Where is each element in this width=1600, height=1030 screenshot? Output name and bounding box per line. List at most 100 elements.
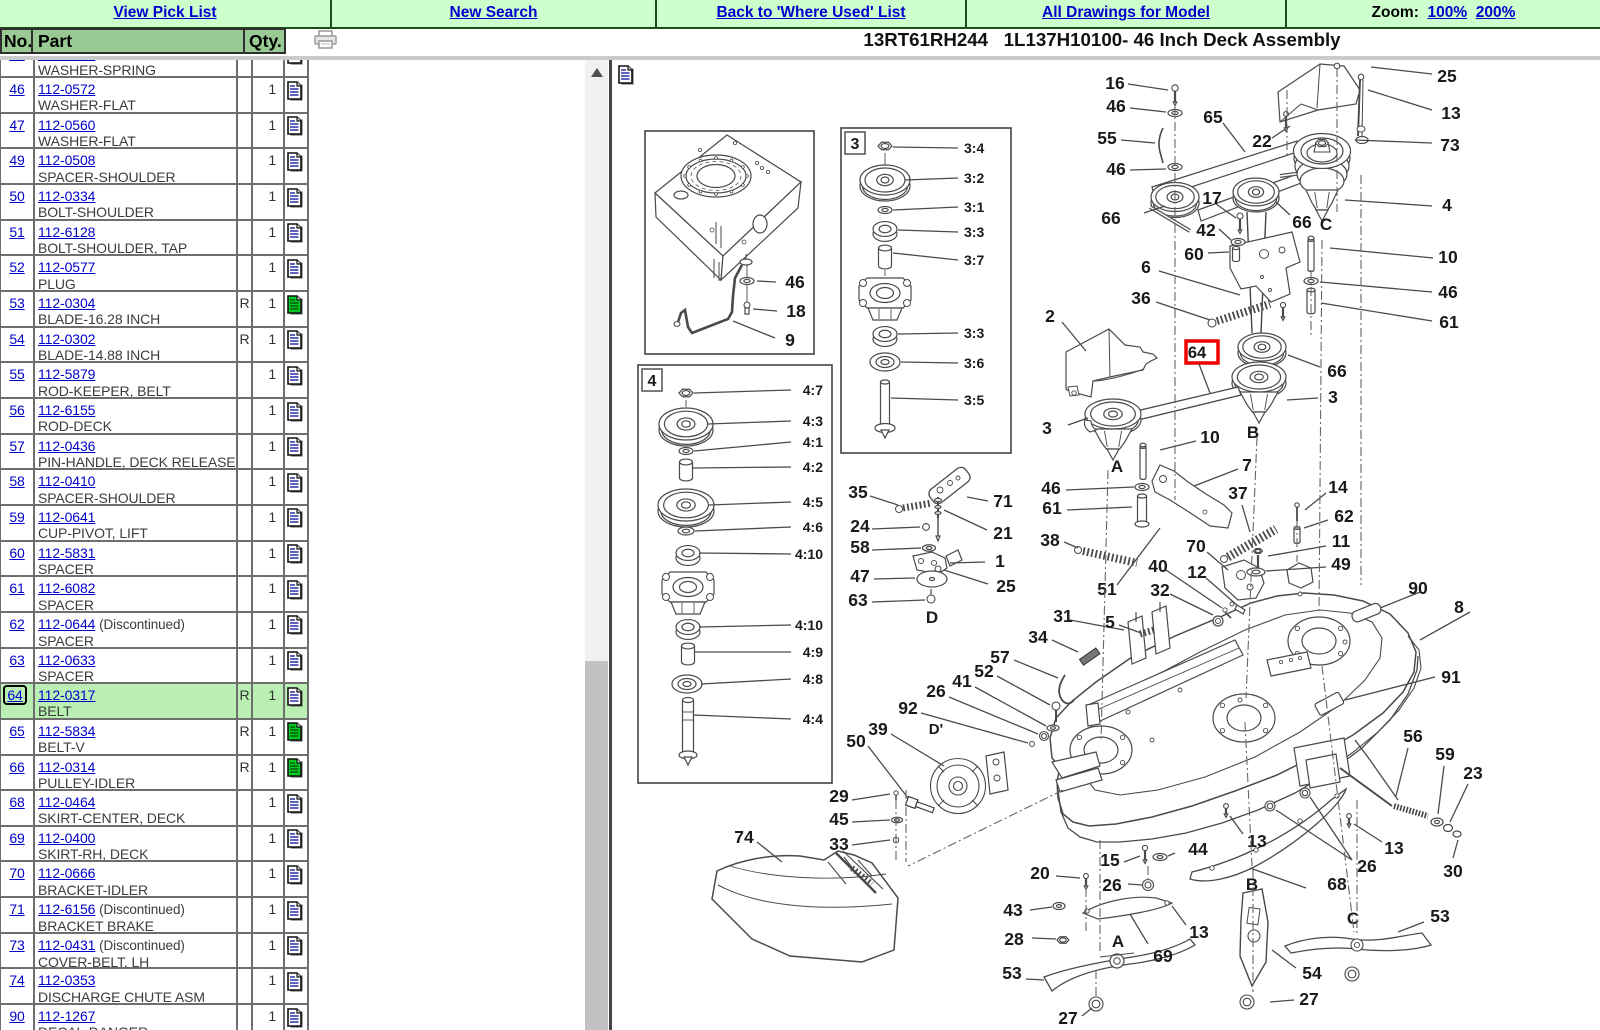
- svg-text:36: 36: [1131, 288, 1151, 308]
- svg-text:3: 3: [1042, 418, 1052, 438]
- svg-text:3:7: 3:7: [964, 252, 984, 268]
- svg-text:3:5: 3:5: [964, 392, 984, 408]
- svg-text:62: 62: [1334, 506, 1354, 526]
- svg-text:54: 54: [1302, 963, 1322, 983]
- svg-text:20: 20: [1030, 863, 1050, 883]
- svg-text:37: 37: [1228, 483, 1247, 503]
- svg-text:25: 25: [996, 576, 1016, 596]
- svg-text:17: 17: [1202, 188, 1221, 208]
- svg-text:4:3: 4:3: [803, 413, 823, 429]
- svg-text:6: 6: [1141, 257, 1151, 277]
- svg-text:18: 18: [786, 301, 806, 321]
- svg-text:3: 3: [851, 136, 860, 153]
- svg-text:60: 60: [1184, 244, 1204, 264]
- svg-text:65: 65: [1203, 107, 1223, 127]
- svg-text:13: 13: [1247, 831, 1267, 851]
- svg-text:D': D': [929, 721, 943, 738]
- svg-text:55: 55: [1097, 128, 1117, 148]
- svg-text:46: 46: [1041, 478, 1061, 498]
- svg-text:56: 56: [1403, 726, 1423, 746]
- svg-text:27: 27: [1299, 989, 1318, 1009]
- svg-text:16: 16: [1105, 73, 1125, 93]
- svg-text:A: A: [1112, 932, 1124, 951]
- svg-text:4:6: 4:6: [803, 519, 823, 535]
- svg-text:4:8: 4:8: [803, 671, 823, 687]
- svg-text:5: 5: [1105, 612, 1115, 632]
- svg-text:4:9: 4:9: [803, 644, 823, 660]
- svg-text:38: 38: [1040, 530, 1060, 550]
- svg-text:71: 71: [993, 491, 1013, 511]
- svg-text:11: 11: [1332, 531, 1351, 551]
- svg-text:25: 25: [1437, 66, 1457, 86]
- svg-text:41: 41: [952, 671, 972, 691]
- svg-text:70: 70: [1186, 536, 1206, 556]
- svg-text:27: 27: [1058, 1008, 1077, 1028]
- svg-text:C: C: [1320, 215, 1332, 234]
- svg-text:3:4: 3:4: [964, 140, 984, 156]
- svg-text:43: 43: [1003, 900, 1023, 920]
- svg-text:23: 23: [1463, 763, 1483, 783]
- svg-text:35: 35: [848, 482, 868, 502]
- svg-text:8: 8: [1454, 597, 1464, 617]
- svg-text:3:3: 3:3: [964, 325, 984, 341]
- svg-text:74: 74: [734, 827, 754, 847]
- svg-text:4: 4: [648, 373, 657, 390]
- svg-text:90: 90: [1408, 578, 1428, 598]
- svg-text:4:10: 4:10: [795, 617, 823, 633]
- svg-text:34: 34: [1028, 627, 1048, 647]
- svg-text:66: 66: [1327, 361, 1347, 381]
- svg-text:26: 26: [1102, 875, 1122, 895]
- svg-text:3: 3: [1328, 387, 1338, 407]
- svg-text:58: 58: [850, 537, 870, 557]
- svg-text:44: 44: [1188, 839, 1208, 859]
- svg-text:22: 22: [1252, 131, 1272, 151]
- svg-text:A: A: [1111, 457, 1123, 476]
- svg-text:13: 13: [1441, 103, 1461, 123]
- svg-text:D: D: [926, 608, 938, 627]
- svg-text:31: 31: [1053, 606, 1073, 626]
- svg-text:4: 4: [1442, 195, 1452, 215]
- svg-text:9: 9: [785, 330, 795, 350]
- svg-text:15: 15: [1100, 850, 1120, 870]
- svg-text:3:3: 3:3: [964, 224, 984, 240]
- svg-text:4:4: 4:4: [803, 711, 823, 727]
- svg-text:29: 29: [829, 786, 849, 806]
- svg-text:24: 24: [850, 516, 870, 536]
- svg-text:4:7: 4:7: [803, 382, 823, 398]
- svg-text:30: 30: [1443, 861, 1463, 881]
- svg-text:63: 63: [848, 590, 868, 610]
- svg-text:1: 1: [995, 551, 1005, 571]
- svg-text:64: 64: [1188, 344, 1207, 362]
- svg-text:40: 40: [1148, 556, 1168, 576]
- svg-text:92: 92: [898, 698, 918, 718]
- svg-text:4:1: 4:1: [803, 434, 823, 450]
- svg-text:51: 51: [1097, 579, 1117, 599]
- svg-text:3:2: 3:2: [964, 170, 984, 186]
- svg-text:2: 2: [1045, 306, 1055, 326]
- svg-text:26: 26: [1357, 856, 1377, 876]
- svg-text:61: 61: [1439, 312, 1459, 332]
- svg-text:4:2: 4:2: [803, 459, 823, 475]
- svg-text:13: 13: [1384, 838, 1404, 858]
- svg-text:59: 59: [1435, 744, 1455, 764]
- svg-text:21: 21: [993, 523, 1013, 543]
- svg-text:46: 46: [785, 272, 805, 292]
- svg-text:3:1: 3:1: [964, 199, 984, 215]
- svg-text:91: 91: [1441, 667, 1461, 687]
- svg-text:69: 69: [1153, 946, 1173, 966]
- svg-text:66: 66: [1101, 208, 1121, 228]
- svg-text:13: 13: [1189, 922, 1209, 942]
- svg-text:53: 53: [1002, 963, 1022, 983]
- svg-text:68: 68: [1327, 874, 1347, 894]
- svg-text:53: 53: [1430, 906, 1450, 926]
- svg-text:26: 26: [926, 681, 946, 701]
- svg-text:73: 73: [1440, 135, 1460, 155]
- svg-text:46: 46: [1106, 159, 1126, 179]
- svg-text:66: 66: [1292, 212, 1312, 232]
- svg-text:4:5: 4:5: [803, 494, 823, 510]
- svg-text:52: 52: [974, 661, 994, 681]
- svg-text:50: 50: [846, 731, 866, 751]
- svg-text:47: 47: [850, 566, 869, 586]
- svg-text:49: 49: [1331, 554, 1351, 574]
- svg-text:61: 61: [1042, 498, 1062, 518]
